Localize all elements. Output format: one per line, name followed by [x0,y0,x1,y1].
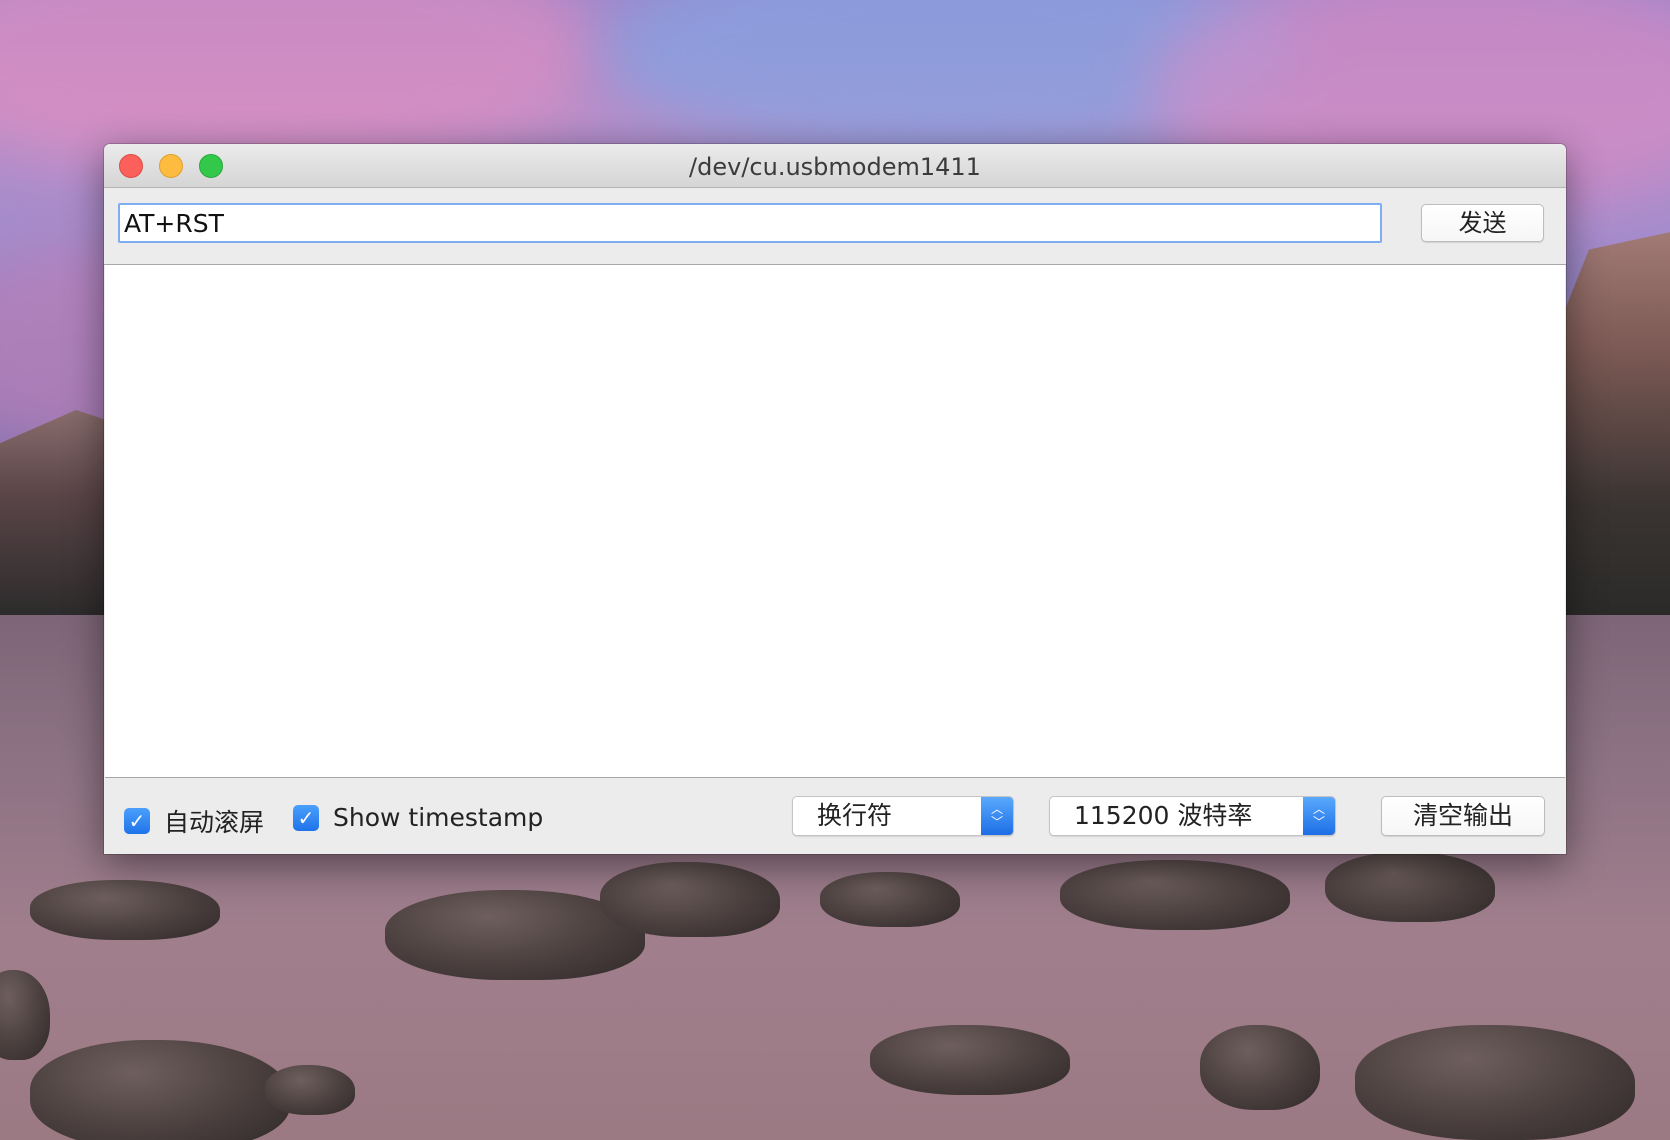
autoscroll-checkbox[interactable]: ✓ 自动滚屏 [124,803,264,839]
wallpaper-mountain-right [1550,230,1670,620]
baud-rate-value: 115200 波特率 [1074,801,1253,830]
wallpaper-rock [870,1025,1070,1095]
wallpaper-rock [265,1065,355,1115]
wallpaper-rock [820,872,960,927]
baud-rate-select[interactable]: 115200 波特率 ︿ ﹀ [1049,796,1336,836]
checkmark-icon[interactable]: ✓ [293,804,319,831]
window-titlebar[interactable]: /dev/cu.usbmodem1411 [104,144,1566,188]
bottom-toolbar: ✓ 自动滚屏 ✓ Show timestamp 换行符 ︿ ﹀ 115200 波特… [104,778,1566,854]
clear-output-button[interactable]: 清空输出 [1381,796,1545,836]
serial-command-input[interactable] [118,203,1382,243]
wallpaper-rock [30,880,220,940]
wallpaper-rock [600,862,780,937]
wallpaper-rock [30,1040,290,1140]
wallpaper-rock [1200,1025,1320,1110]
checkmark-icon[interactable]: ✓ [124,808,150,834]
wallpaper-rock [1060,860,1290,930]
show-timestamp-checkbox[interactable]: ✓ Show timestamp [293,803,543,832]
serial-output-area[interactable] [105,265,1565,778]
up-down-chevron-icon[interactable]: ︿ ﹀ [981,797,1013,835]
wallpaper-rock [1355,1025,1635,1140]
line-ending-select[interactable]: 换行符 ︿ ﹀ [792,796,1014,836]
autoscroll-label: 自动滚屏 [164,808,265,837]
line-ending-value: 换行符 [817,801,893,830]
send-row: 发送 [104,188,1566,265]
show-timestamp-label: Show timestamp [333,803,544,832]
window-title: /dev/cu.usbmodem1411 [689,153,981,181]
serial-monitor-window: /dev/cu.usbmodem1411 发送 ✓ 自动滚屏 ✓ Show ti… [104,144,1566,854]
up-down-chevron-icon[interactable]: ︿ ﹀ [1303,797,1335,835]
send-button[interactable]: 发送 [1421,204,1544,242]
wallpaper-rock [1325,852,1495,922]
